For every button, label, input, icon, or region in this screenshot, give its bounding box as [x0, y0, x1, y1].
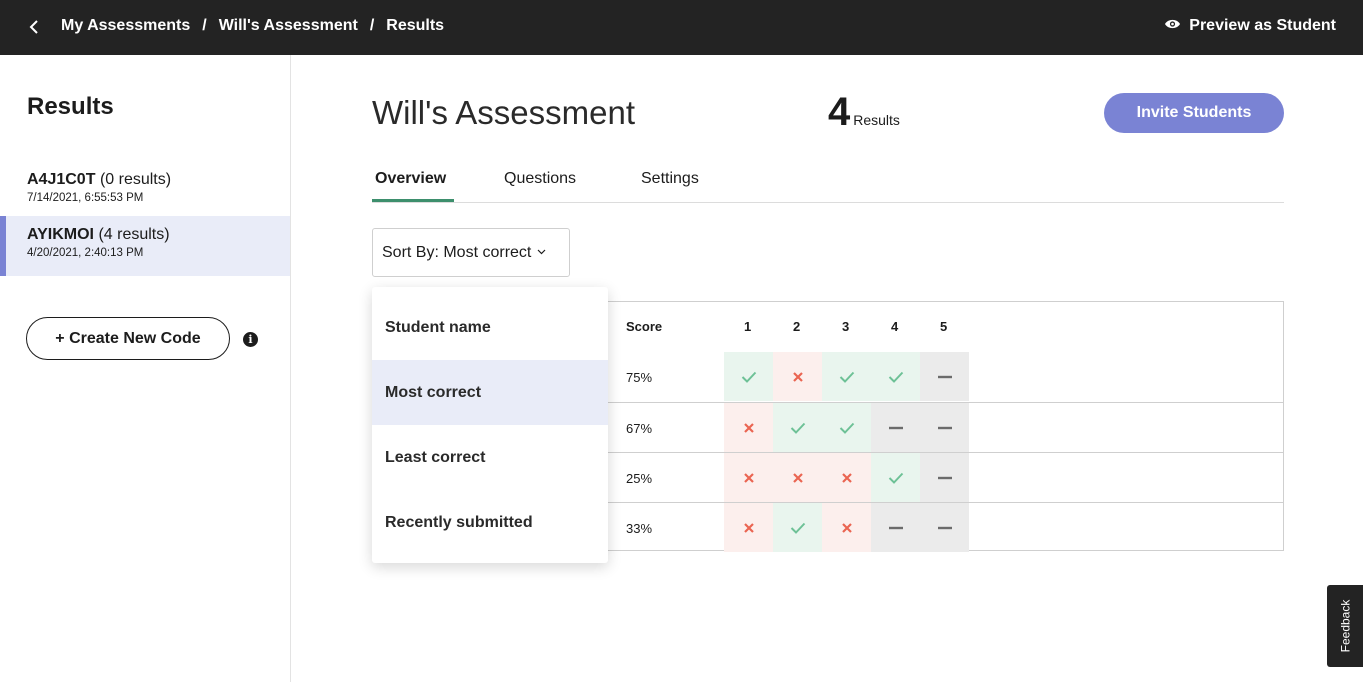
code-count: (4 results)	[98, 226, 170, 243]
create-new-code-button[interactable]: + Create New Code	[26, 317, 230, 360]
question-header-5[interactable]: 5	[940, 319, 947, 334]
breadcrumb-separator: /	[202, 17, 207, 34]
tab-overview[interactable]: Overview	[375, 170, 446, 188]
feedback-label: Feedback	[1338, 599, 1353, 653]
sort-by-value: Sort By: Most correct	[382, 243, 532, 261]
check-icon[interactable]	[724, 352, 773, 401]
chevron-left-icon[interactable]	[24, 17, 44, 37]
check-icon[interactable]	[822, 403, 871, 452]
breadcrumb: My Assessments / Will's Assessment / Res…	[61, 17, 444, 35]
question-header-4[interactable]: 4	[891, 319, 898, 334]
x-icon[interactable]	[773, 352, 822, 401]
x-icon[interactable]	[773, 453, 822, 502]
invite-students-button[interactable]: Invite Students	[1104, 93, 1284, 133]
question-header-3[interactable]: 3	[842, 319, 849, 334]
tab-settings[interactable]: Settings	[641, 170, 699, 188]
breadcrumb-results: Results	[386, 17, 445, 34]
code-name: AYIKMOI	[27, 226, 94, 243]
sort-option-most-correct[interactable]: Most correct	[372, 360, 608, 425]
result-count-number: 4	[828, 90, 851, 134]
code-item-ayikmoi[interactable]: AYIKMOI (4 results) 4/20/2021, 2:40:13 P…	[0, 216, 290, 276]
score-cell: 67%	[626, 421, 653, 436]
x-icon[interactable]	[724, 453, 773, 502]
sort-option-student-name[interactable]: Student name	[372, 295, 608, 360]
sidebar-title: Results	[27, 93, 114, 120]
check-icon[interactable]	[871, 453, 920, 502]
check-icon[interactable]	[822, 352, 871, 401]
score-cell: 25%	[626, 471, 653, 486]
info-icon[interactable]: i	[243, 332, 258, 347]
chevron-down-icon	[537, 247, 546, 258]
dash-icon[interactable]	[920, 453, 969, 502]
active-tab-indicator	[372, 199, 454, 202]
x-icon[interactable]	[822, 503, 871, 552]
code-name: A4J1C0T	[27, 171, 96, 188]
x-icon[interactable]	[724, 503, 773, 552]
x-icon[interactable]	[822, 453, 871, 502]
preview-as-student-button[interactable]: Preview as Student	[1164, 17, 1336, 35]
score-cell: 75%	[626, 370, 653, 385]
tab-bar: Overview Questions Settings	[372, 167, 1284, 203]
score-header: Score	[626, 319, 663, 334]
dash-icon[interactable]	[871, 503, 920, 552]
top-navigation-bar: My Assessments / Will's Assessment / Res…	[0, 0, 1363, 55]
breadcrumb-my-assessments[interactable]: My Assessments	[61, 17, 190, 35]
check-icon[interactable]	[773, 503, 822, 552]
result-count: 4 Results	[828, 90, 900, 135]
dash-icon[interactable]	[920, 503, 969, 552]
breadcrumb-separator: /	[369, 17, 375, 34]
sort-option-least-correct[interactable]: Least correct	[372, 425, 608, 490]
code-item-a4j1c0t[interactable]: A4J1C0T (0 results) 7/14/2021, 6:55:53 P…	[0, 161, 290, 221]
dash-icon[interactable]	[871, 403, 920, 452]
code-count: (0 results)	[99, 171, 172, 188]
tab-questions[interactable]: Questions	[504, 170, 576, 188]
question-header-1[interactable]: 1	[744, 319, 751, 334]
feedback-button[interactable]: Feedback	[1327, 585, 1363, 667]
result-count-label: Results	[853, 112, 900, 128]
dash-icon[interactable]	[920, 352, 969, 401]
code-date: 4/20/2021, 2:40:13 PM	[27, 247, 144, 259]
score-cell: 33%	[626, 521, 653, 536]
question-header-2[interactable]: 2	[793, 319, 800, 334]
check-icon[interactable]	[773, 403, 822, 452]
sidebar: Results A4J1C0T (0 results) 7/14/2021, 6…	[0, 55, 291, 682]
breadcrumb-wills-assessment[interactable]: Will's Assessment	[219, 17, 358, 35]
sort-dropdown-menu: Student name Most correct Least correct …	[372, 287, 608, 563]
eye-icon	[1164, 17, 1181, 35]
code-date: 7/14/2021, 6:55:53 PM	[27, 192, 144, 204]
check-icon[interactable]	[871, 352, 920, 401]
sort-by-select[interactable]: Sort By: Most correct	[372, 228, 570, 277]
preview-label: Preview as Student	[1189, 17, 1336, 34]
sort-option-recently-submitted[interactable]: Recently submitted	[372, 490, 608, 555]
page-title: Will's Assessment	[372, 94, 636, 131]
x-icon[interactable]	[724, 403, 773, 452]
dash-icon[interactable]	[920, 403, 969, 452]
